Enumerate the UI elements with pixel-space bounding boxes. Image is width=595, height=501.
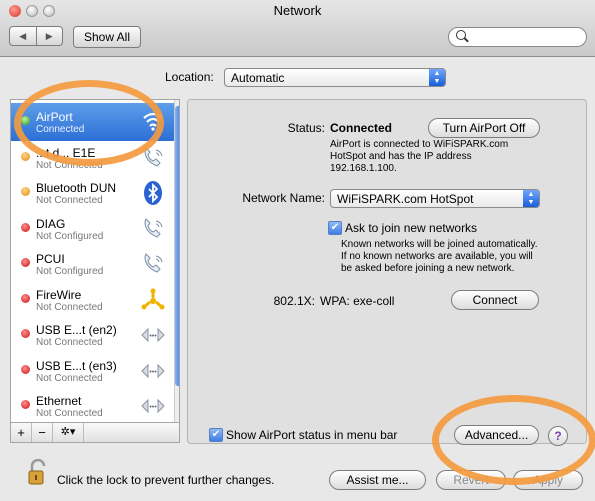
service-status: Not Connected — [36, 301, 103, 313]
nav-buttons: ◀ ▶ — [9, 26, 63, 46]
service-status: Not Configured — [36, 230, 104, 242]
service-name: DIAG — [36, 216, 66, 231]
service-name: USB E...t (en2) — [36, 323, 117, 337]
lock-instruction-text: Click the lock to prevent further change… — [57, 473, 275, 487]
service-item[interactable]: PCUI Not Configured — [11, 245, 174, 283]
service-status: Not Connected — [36, 372, 103, 384]
lock-icon[interactable] — [28, 459, 48, 485]
dot1x-value: WPA: exe-coll — [320, 294, 395, 308]
status-dot-icon — [21, 258, 30, 267]
status-description-line3: 192.168.1.100. — [330, 163, 397, 174]
service-name: USB E...t (en3) — [36, 358, 117, 373]
ethernet-icon: ••• — [140, 393, 166, 419]
show-status-label: Show AirPort status in menu bar — [226, 428, 398, 442]
add-service-button[interactable]: + — [11, 423, 32, 442]
scrollbar-thumb[interactable] — [175, 106, 179, 386]
ask-join-description-line1: Known networks will be joined automatica… — [341, 239, 538, 250]
status-dot-icon — [21, 293, 30, 303]
phone-icon — [140, 145, 166, 171]
ask-join-label: Ask to join new networks — [345, 221, 478, 235]
service-status: Not Connected — [36, 159, 103, 171]
service-item[interactable]: FireWire Not Connected — [11, 281, 174, 319]
status-dot-icon — [21, 364, 30, 374]
service-list-scrollbar[interactable] — [174, 100, 179, 422]
service-status: Connected — [36, 124, 85, 135]
status-dot-icon — [21, 222, 30, 232]
location-label: Location: — [165, 70, 214, 84]
svg-text:•••: ••• — [149, 333, 157, 340]
turn-airport-off-button[interactable]: Turn AirPort Off — [428, 118, 540, 138]
forward-button[interactable]: ▶ — [36, 26, 63, 46]
location-popup[interactable]: Automatic ▲ ▼ — [224, 68, 446, 87]
assist-me-button[interactable]: Assist me... — [329, 470, 426, 490]
service-item[interactable]: Ethernet Not Connected ••• — [11, 387, 174, 422]
window-titlebar: Network ◀ ▶ Show All — [0, 0, 595, 57]
status-dot-icon — [21, 400, 30, 409]
search-field[interactable] — [448, 27, 587, 47]
bluetooth-icon — [140, 180, 166, 206]
status-dot-icon — [21, 329, 30, 338]
service-name: FireWire — [36, 287, 82, 302]
popup-arrows-icon: ▲ ▼ — [523, 190, 539, 207]
search-icon — [456, 30, 466, 40]
network-name-popup[interactable]: WiFiSPARK.com HotSpot ▲ ▼ — [330, 189, 540, 208]
service-status: Not Connected — [36, 337, 103, 348]
service-name: Ethernet — [36, 394, 82, 408]
status-dot-icon — [21, 116, 30, 125]
svg-text:•••: ••• — [149, 404, 157, 411]
service-name: Bluetooth DUN — [36, 181, 117, 195]
service-name: ...t d... E1E — [36, 145, 96, 160]
remove-service-button[interactable]: − — [32, 423, 53, 442]
phone-icon — [140, 251, 166, 277]
status-dot-icon — [21, 187, 30, 196]
window-title: Network — [273, 3, 322, 18]
show-all-button[interactable]: Show All — [73, 26, 141, 48]
service-name: PCUI — [36, 252, 65, 266]
ask-join-checkbox[interactable]: ✔ — [328, 221, 342, 235]
service-item[interactable]: DIAG Not Configured — [11, 210, 174, 248]
ask-join-description-line2: If no known networks are available, you … — [341, 251, 533, 262]
service-item[interactable]: ...t d... E1E Not Connected — [11, 139, 174, 177]
svg-text:•••: ••• — [149, 369, 157, 376]
location-value: Automatic — [231, 71, 285, 85]
service-item[interactable]: USB E...t (en3) Not Connected ••• — [11, 352, 174, 390]
status-description-line1: AirPort is connected to WiFiSPARK.com — [330, 139, 509, 150]
connect-button[interactable]: Connect — [451, 290, 539, 310]
service-name: AirPort — [36, 110, 73, 124]
service-item[interactable]: Bluetooth DUN Not Connected — [11, 174, 174, 212]
apply-button[interactable]: Apply — [513, 470, 583, 490]
service-item[interactable]: AirPort Connected — [11, 103, 174, 141]
ethernet-icon: ••• — [140, 358, 166, 384]
status-dot-icon — [21, 151, 30, 161]
wifi-icon — [140, 109, 166, 135]
status-description-line2: HotSpot and has the IP address — [330, 151, 472, 162]
service-item[interactable]: USB E...t (en2) Not Connected ••• — [11, 316, 174, 354]
popup-arrows-icon: ▲ ▼ — [429, 69, 445, 86]
gear-menu-button[interactable]: ✲▾ — [53, 423, 84, 442]
status-label: Status: — [287, 121, 325, 135]
dot1x-label: 802.1X: — [273, 294, 315, 308]
back-button[interactable]: ◀ — [9, 26, 37, 46]
service-list[interactable]: AirPort Connected ...t d... E1E Not Connect… — [10, 99, 180, 423]
firewire-icon — [140, 287, 166, 313]
ethernet-icon: ••• — [140, 322, 166, 348]
phone-icon — [140, 216, 166, 242]
service-status: Not Configured — [36, 266, 104, 277]
service-status: Not Connected — [36, 408, 103, 419]
network-name-label: Network Name: — [242, 191, 325, 205]
status-value: Connected — [330, 121, 393, 135]
revert-button[interactable]: Revert — [436, 470, 506, 490]
advanced-button[interactable]: Advanced... — [454, 425, 539, 445]
service-status: Not Connected — [36, 195, 103, 206]
network-name-value: WiFiSPARK.com HotSpot — [337, 192, 474, 206]
show-status-checkbox[interactable]: ✔ — [209, 428, 223, 442]
ask-join-description-line3: be asked before joining a new network. — [341, 263, 515, 274]
service-list-controls: + − ✲▾ — [10, 422, 180, 443]
help-button[interactable]: ? — [548, 426, 568, 446]
